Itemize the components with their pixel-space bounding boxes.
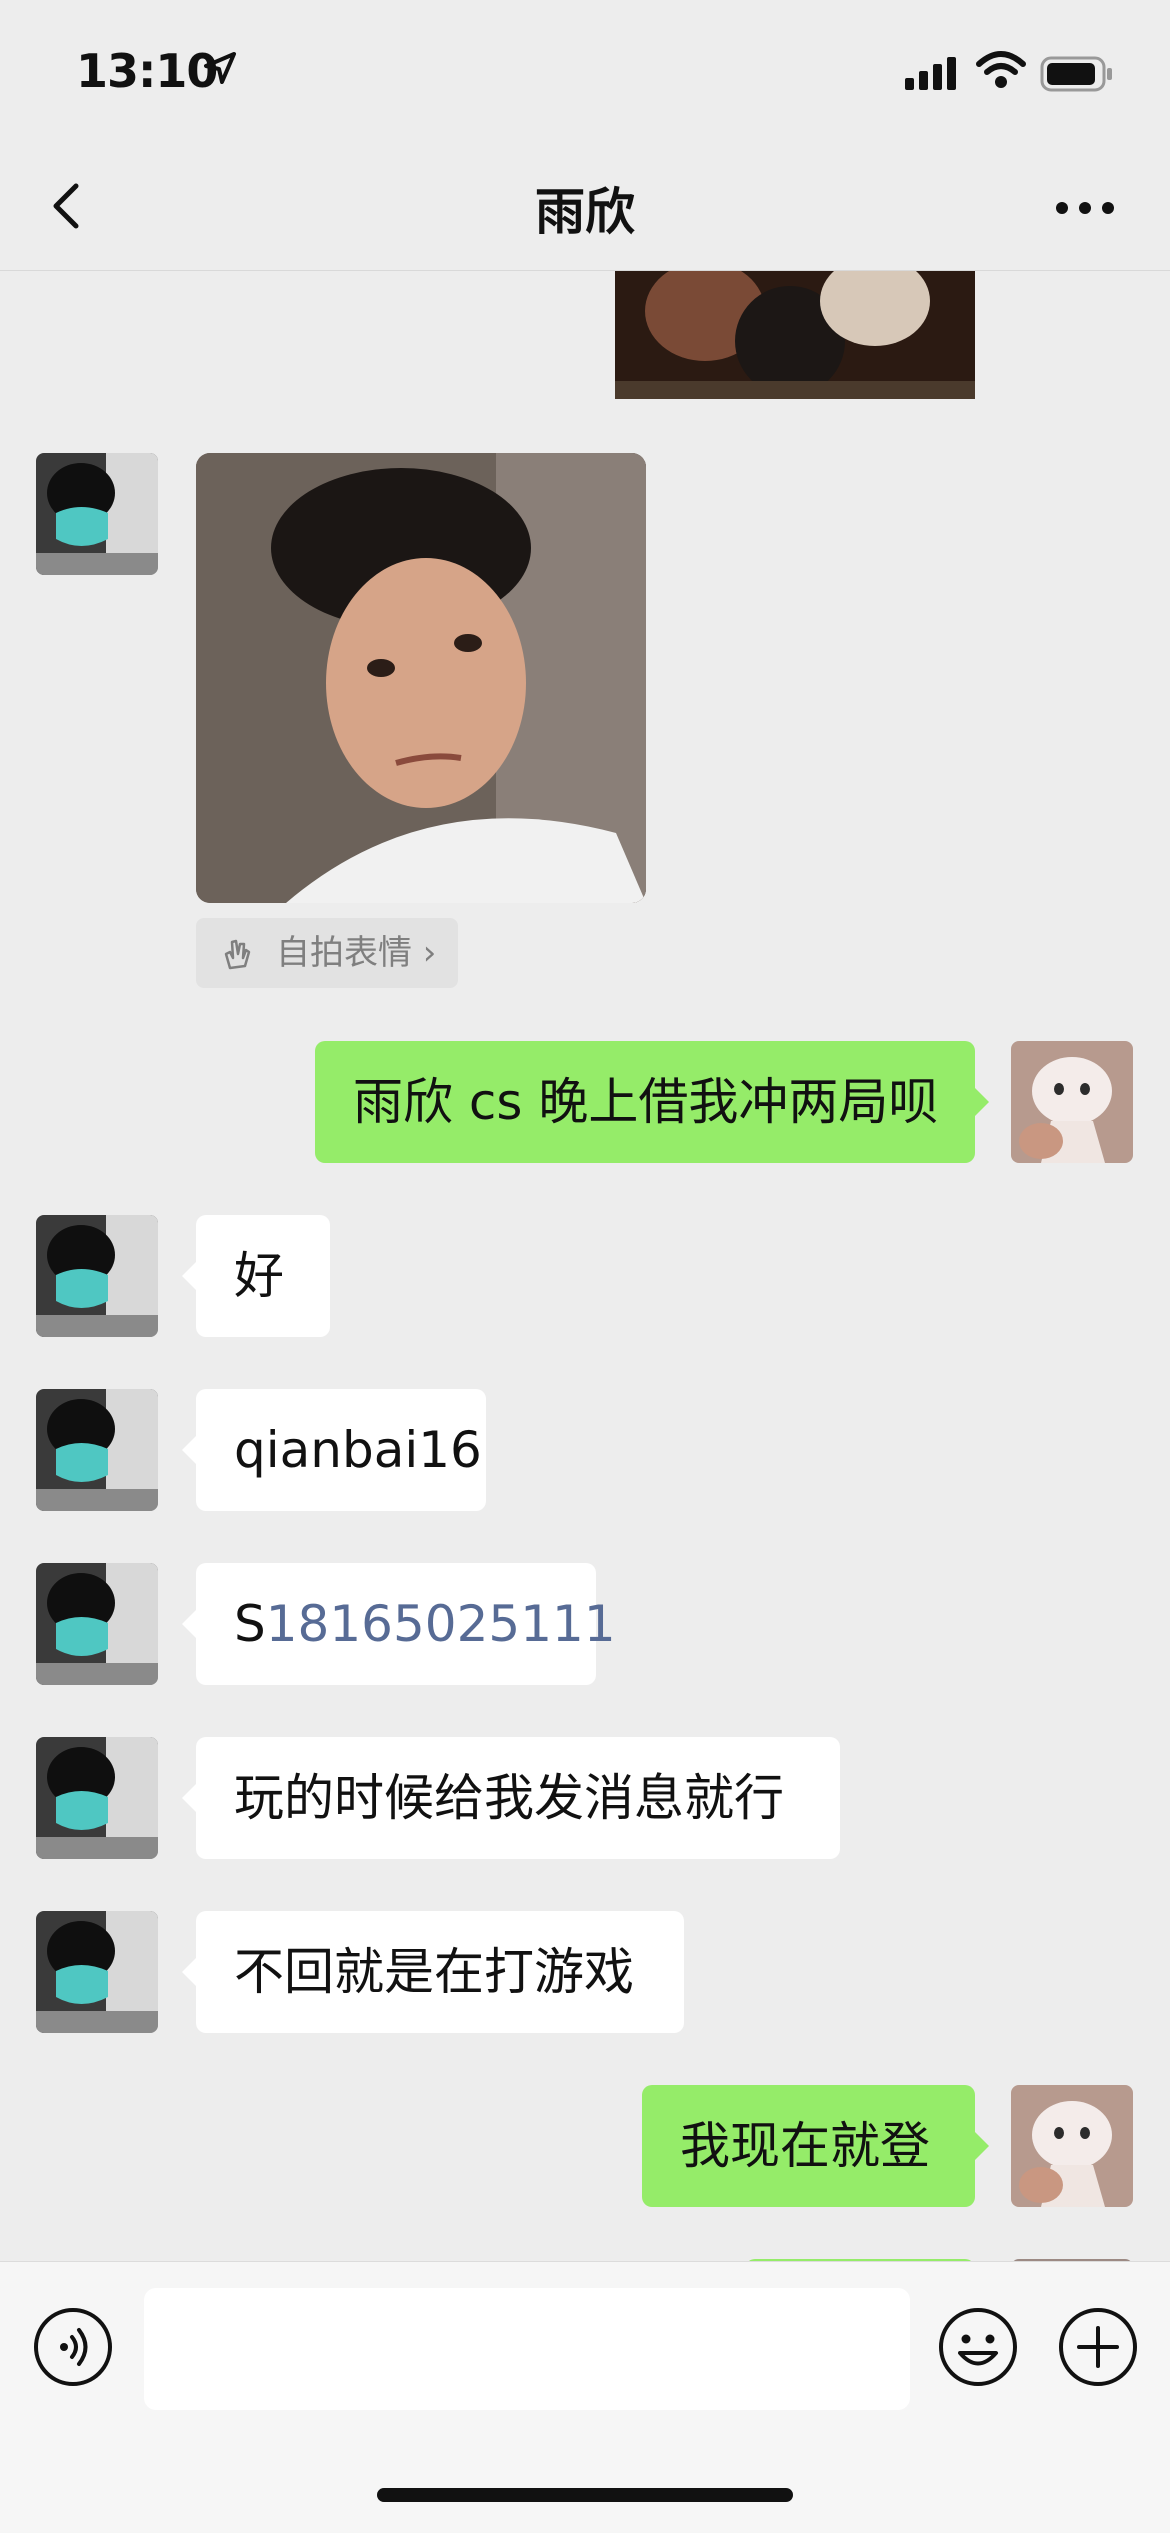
- status-bar: 13:10: [0, 0, 1170, 150]
- more-options-icon[interactable]: [1050, 178, 1120, 238]
- message-list[interactable]: 自拍表情 › 雨欣 cs 晚上借我冲两局呗 好 qianbai16 S18165…: [0, 271, 1170, 2261]
- chat-header: 雨欣: [0, 150, 1170, 271]
- chat-title: 雨欣: [535, 183, 635, 241]
- contact-avatar[interactable]: [36, 1737, 158, 1859]
- contact-avatar[interactable]: [36, 1215, 158, 1337]
- message-text: 好: [234, 1247, 284, 1305]
- hand-gesture-icon: [224, 939, 251, 970]
- sent-message-bubble[interactable]: 雨欣 cs 晚上借我冲两局呗: [315, 1041, 989, 1163]
- add-more-icon[interactable]: [1057, 2306, 1139, 2388]
- received-message-bubble[interactable]: 不回就是在打游戏: [182, 1911, 684, 2033]
- contact-avatar[interactable]: [36, 1389, 158, 1511]
- sent-image-thumbnail: [615, 271, 975, 399]
- message-text: 不回就是在打游戏: [234, 1943, 634, 2001]
- received-message-bubble[interactable]: 好: [182, 1215, 330, 1337]
- emoji-icon[interactable]: [937, 2306, 1019, 2388]
- home-indicator[interactable]: [377, 2488, 793, 2502]
- phone-number-link[interactable]: 18165025111: [266, 1595, 616, 1653]
- sent-image-message[interactable]: [615, 271, 975, 399]
- received-message-bubble[interactable]: qianbai16: [182, 1389, 486, 1511]
- wifi-icon: [976, 51, 1026, 88]
- my-avatar[interactable]: [1011, 1041, 1133, 1163]
- contact-avatar[interactable]: [36, 453, 158, 575]
- my-avatar-image: [1011, 1041, 1133, 1163]
- contact-avatar[interactable]: [36, 1911, 158, 2033]
- contact-avatar-image: [36, 1215, 158, 1337]
- sticker-picture: [196, 453, 646, 903]
- my-avatar-image: [1011, 2085, 1133, 2207]
- location-arrow-icon: [204, 52, 236, 84]
- received-message-bubble[interactable]: 玩的时候给我发消息就行: [182, 1737, 840, 1859]
- my-avatar[interactable]: [1011, 2085, 1133, 2207]
- message-text: 我现在就登: [680, 2117, 930, 2175]
- contact-avatar-image: [36, 1389, 158, 1511]
- message-text: 玩的时候给我发消息就行: [234, 1769, 784, 1827]
- contact-avatar-image: [36, 1563, 158, 1685]
- contact-avatar[interactable]: [36, 1563, 158, 1685]
- selfie-tag-label: 自拍表情 ›: [276, 933, 437, 973]
- selfie-sticker-tag[interactable]: 自拍表情 ›: [196, 918, 459, 988]
- message-text: 雨欣 cs 晚上借我冲两局呗: [353, 1073, 939, 1131]
- contact-avatar-image: [36, 1737, 158, 1859]
- cellular-signal-icon: [905, 57, 956, 90]
- message-text-prefix: S: [234, 1595, 266, 1653]
- contact-avatar-image: [36, 453, 158, 575]
- received-sticker-image[interactable]: [196, 453, 646, 903]
- received-message-bubble[interactable]: S18165025111: [182, 1563, 616, 1685]
- message-text: qianbai16: [234, 1421, 482, 1479]
- voice-input-icon[interactable]: [32, 2306, 114, 2388]
- contact-avatar-image: [36, 1911, 158, 2033]
- status-time: 13:10: [76, 44, 218, 98]
- sent-message-bubble[interactable]: 我现在就登: [642, 2085, 989, 2207]
- battery-icon: [1040, 56, 1112, 92]
- message-input[interactable]: [144, 2288, 910, 2410]
